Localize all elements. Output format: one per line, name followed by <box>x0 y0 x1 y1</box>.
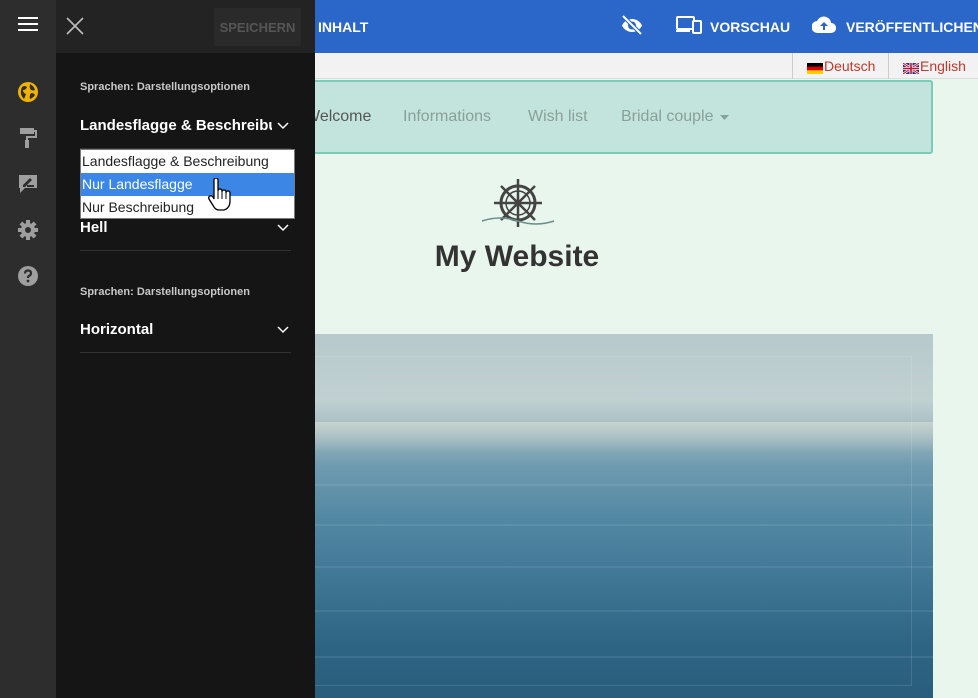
publish-button[interactable]: VERÖFFENTLICHEN <box>811 0 978 53</box>
dropdown-option-description-only[interactable]: Nur Beschreibung <box>81 196 294 219</box>
language-deutsch-label: Deutsch <box>824 58 876 74</box>
hero-ocean-image <box>315 334 933 698</box>
section-label-languages: Sprachen: Darstellungsoptionen <box>80 81 250 93</box>
flag-display-dropdown: Landesflagge & Beschreibung Nur Landesfl… <box>80 149 295 219</box>
edit-icon[interactable] <box>16 172 40 196</box>
nav-item-bridal-couple[interactable]: Bridal couple <box>621 82 729 152</box>
chevron-down-icon <box>277 117 291 134</box>
chevron-down-icon <box>277 219 291 236</box>
settings-panel: SPEICHERN Sprachen: Darstellungsoptionen… <box>56 0 315 698</box>
gear-icon[interactable] <box>16 218 40 242</box>
theme-select-value: Hell <box>80 219 108 236</box>
publish-label: VERÖFFENTLICHEN <box>846 18 978 35</box>
settings-panel-header: SPEICHERN <box>56 0 315 53</box>
menu-button[interactable] <box>0 0 56 53</box>
paint-roller-icon[interactable] <box>16 126 40 150</box>
close-icon <box>64 17 86 41</box>
help-icon[interactable] <box>16 264 40 288</box>
flag-display-select[interactable]: Landesflagge & Beschreibung <box>80 103 291 149</box>
orientation-select[interactable]: Horizontal <box>80 307 291 353</box>
devices-icon <box>676 15 702 38</box>
nav-item-wish-list[interactable]: Wish list <box>528 82 588 152</box>
language-deutsch[interactable]: Deutsch <box>792 53 888 79</box>
nav-item-bridal-couple-label: Bridal couple <box>621 108 714 125</box>
uk-flag-icon <box>902 61 920 75</box>
flag-display-select-value: Landesflagge & Beschreibung <box>80 117 272 134</box>
content-button[interactable]: INHALT <box>318 0 368 53</box>
hamburger-menu-icon <box>18 17 38 36</box>
editor-icon-rail <box>0 0 56 698</box>
preview-button[interactable]: VORSCHAU <box>676 0 790 53</box>
nav-item-informations[interactable]: Informations <box>403 82 491 152</box>
german-flag-icon <box>807 61 823 74</box>
language-switcher-bar: Deutsch English <box>315 53 978 79</box>
save-button[interactable]: SPEICHERN <box>214 8 301 46</box>
close-button[interactable] <box>64 15 88 39</box>
ship-wheel-logo-icon <box>480 175 556 234</box>
hand-pointer-cursor-icon <box>208 177 232 217</box>
chevron-down-icon <box>277 321 291 338</box>
site-navigation: Welcome Informations Wish list Bridal co… <box>305 80 933 154</box>
caret-down-icon <box>719 107 729 125</box>
dropdown-option-flag-only[interactable]: Nur Landesflagge <box>81 173 294 196</box>
preview-label: VORSCHAU <box>710 18 791 35</box>
site-title: My Website <box>434 240 600 273</box>
language-english-label: English <box>920 58 966 74</box>
eye-off-icon <box>620 13 644 40</box>
dropdown-option-flag-and-description[interactable]: Landesflagge & Beschreibung <box>81 150 294 173</box>
orientation-select-value: Horizontal <box>80 321 154 338</box>
hide-visibility-button[interactable] <box>620 0 644 53</box>
section-label-languages-2: Sprachen: Darstellungsoptionen <box>80 286 250 298</box>
globe-icon[interactable] <box>16 80 40 104</box>
cloud-upload-icon <box>811 16 837 37</box>
language-english[interactable]: English <box>888 53 978 79</box>
